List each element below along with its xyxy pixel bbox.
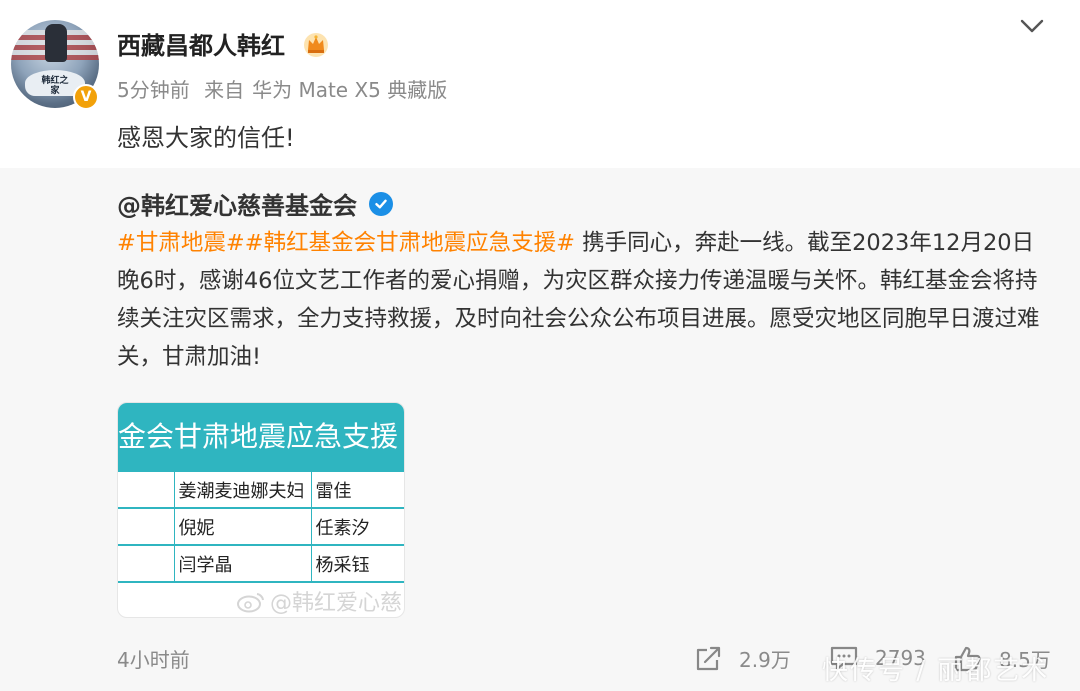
table-cell: [118, 544, 175, 582]
table-cell: [118, 507, 175, 545]
verified-badge-icon: V: [73, 84, 99, 110]
crown-membership-icon[interactable]: [302, 30, 330, 58]
table-cell: 倪妮: [174, 507, 312, 545]
table-row: 闫学晶 杨采钰: [118, 544, 404, 582]
weibo-post: 韩红之家 V 西藏昌都人韩红 5分钟前 来自 华为 Mate X5 典藏版 感恩大…: [0, 0, 1080, 168]
post-text: 感恩大家的信任!: [117, 124, 295, 152]
post-time: 5分钟前: [117, 78, 190, 102]
device-source[interactable]: 华为 Mate X5 典藏版: [252, 78, 447, 102]
image-watermark: @韩红爱心慈: [236, 585, 402, 617]
repost-time[interactable]: 4小时前: [117, 644, 190, 673]
donor-table: 姜潮麦迪娜夫妇 雷佳 倪妮 任素汐 闫学晶 杨采钰: [118, 470, 404, 582]
table-cell: 闫学晶: [174, 544, 312, 582]
share-count: 2.9万: [739, 648, 791, 672]
table-cell: 雷佳: [311, 470, 404, 508]
source-prefix: 来自: [204, 78, 245, 102]
table-cell: [118, 470, 175, 508]
donor-list-image[interactable]: 金会甘肃地震应急支援 姜潮麦迪娜夫妇 雷佳 倪妮 任素汐 闫学晶 杨采钰 @韩红…: [117, 402, 405, 618]
table-row: 姜潮麦迪娜夫妇 雷佳: [118, 470, 404, 508]
hashtag-foundation-support[interactable]: #韩红基金会甘肃地震应急支援#: [245, 230, 575, 256]
table-row: 倪妮 任素汐: [118, 507, 404, 545]
weibo-logo-icon: [237, 593, 264, 613]
image-header-text: 金会甘肃地震应急支援: [118, 403, 404, 470]
post-meta: 5分钟前 来自 华为 Mate X5 典藏版: [117, 74, 455, 103]
original-author-line: @韩红爱心慈善基金会: [117, 186, 393, 221]
repost-text: #甘肃地震##韩红基金会甘肃地震应急支援# 携手同心，奔赴一线。截至2023年1…: [117, 224, 1052, 376]
chevron-down-icon[interactable]: [1018, 14, 1046, 38]
table-cell: 杨采钰: [311, 544, 404, 582]
share-button[interactable]: 2.9万: [693, 644, 791, 673]
share-icon: [696, 646, 721, 670]
site-watermark: 快传号 / 丽都艺术: [822, 656, 1050, 686]
blue-verified-icon: [369, 191, 393, 216]
image-watermark-text: @韩红爱心慈: [270, 591, 403, 616]
avatar-emblem-text: 韩红之家: [41, 76, 69, 96]
table-divider: [118, 581, 404, 583]
author-name[interactable]: 西藏昌都人韩红: [117, 26, 285, 61]
avatar-figure-graphic: [45, 24, 67, 62]
table-cell: 姜潮麦迪娜夫妇: [174, 470, 312, 508]
original-author-name[interactable]: @韩红爱心慈善基金会: [117, 186, 357, 221]
table-cell: 任素汐: [311, 507, 404, 545]
reposted-content[interactable]: @韩红爱心慈善基金会 #甘肃地震##韩红基金会甘肃地震应急支援# 携手同心，奔赴…: [0, 168, 1080, 691]
hashtag-gansu-earthquake[interactable]: #甘肃地震#: [117, 230, 245, 256]
